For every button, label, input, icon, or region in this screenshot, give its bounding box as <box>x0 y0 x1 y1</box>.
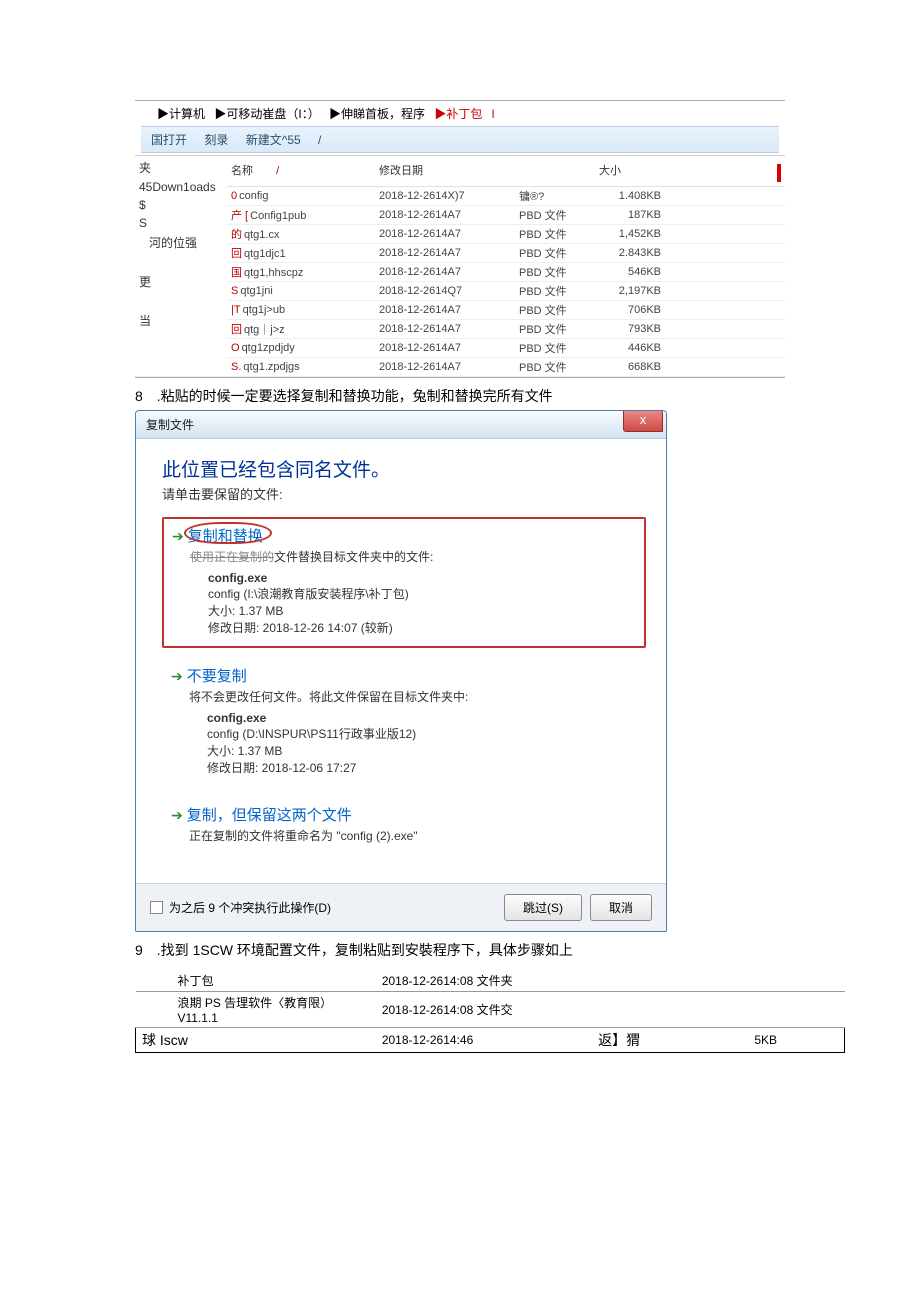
col-name[interactable]: 名称 / <box>227 156 375 187</box>
table-row[interactable]: Sqtg1jni2018-12-2614Q7PBD 文件2,197KB <box>135 282 785 301</box>
table-row[interactable]: 的qtg1.cx2018-12-2614A7PBD 文件1,452KB <box>135 225 785 244</box>
sidebar-item[interactable]: 45Down1oads <box>139 178 223 196</box>
table-row[interactable]: 0config2018-12-2614X)7镛®?1.408KB <box>135 187 785 206</box>
red-circle-highlight <box>184 522 272 544</box>
col-size[interactable]: 大小 <box>595 156 665 187</box>
table-row[interactable]: 产 [Config1pub2018-12-2614A7PBD 文件187KB <box>135 206 785 225</box>
explorer-toolbar: 国打开 刻录 新建文^55 / <box>141 126 779 153</box>
crumb-disk[interactable]: ▶可移动崔盘（I：） <box>214 107 319 121</box>
file-info: config.exe config (D:\INSPUR\PS11行政事业版12… <box>207 711 637 776</box>
crumb-computer[interactable]: ▶计算机 <box>157 107 205 121</box>
col-date[interactable]: 修改日期 <box>375 156 515 187</box>
sidebar-item[interactable]: 当 <box>139 310 223 331</box>
bottom-file-table: 补丁包 2018-12-2614:08 文件夹 浪期 PS 告理软件〈教育限）V… <box>135 970 845 1053</box>
table-row[interactable]: Oqtg1zpdjdy2018-12-2614A7PBD 文件446KB <box>135 339 785 358</box>
table-row[interactable]: 补丁包 2018-12-2614:08 文件夹 <box>136 970 845 992</box>
crumb-folder1[interactable]: ▶伸睇首板，程序 <box>329 107 425 121</box>
dialog-heading: 此位置已经包含同名文件。 <box>162 455 646 482</box>
table-row[interactable]: 回qtg｜j>z2018-12-2614A7PBD 文件793KB <box>135 320 785 339</box>
file-info: config.exe config (I:\浪潮教育版安装程序\补丁包) 大小:… <box>208 571 636 636</box>
crumb-patch[interactable]: ▶补丁包 l <box>434 107 494 121</box>
sidebar-item[interactable]: 夹 <box>139 157 223 178</box>
apply-all-checkbox[interactable] <box>150 901 163 914</box>
copy-file-dialog: 复制文件 x 此位置已经包含同名文件。 请单击要保留的文件: ➔复制和替换 使用… <box>135 410 667 932</box>
toolbar-new[interactable]: 新建文^55 <box>246 133 301 147</box>
toolbar-sep: / <box>318 133 321 147</box>
toolbar-open[interactable]: 国打开 <box>151 133 187 147</box>
dialog-footer: 为之后 9 个冲突执行此操作(D) 跳过(S) 取消 <box>136 883 666 931</box>
explorer-window: ▶计算机 ▶可移动崔盘（I：） ▶伸睇首板，程序 ▶补丁包 l 国打开 刻录 新… <box>135 100 785 156</box>
arrow-icon: ➔ <box>171 668 183 684</box>
file-list-area: 夹 45Down1oads $ S 河的位强 更 当 名称 / 修改日期 大小 … <box>135 156 785 378</box>
arrow-icon: ➔ <box>172 528 184 544</box>
apply-all-label: 为之后 9 个冲突执行此操作(D) <box>169 899 331 916</box>
sidebar-item[interactable]: 更 <box>139 271 223 292</box>
sidebar-item[interactable]: $ <box>139 196 223 214</box>
option-keep-both[interactable]: ➔复制，但保留这两个文件 正在复制的文件将重命名为 "config (2).ex… <box>162 797 646 855</box>
breadcrumb: ▶计算机 ▶可移动崔盘（I：） ▶伸睇首板，程序 ▶补丁包 l <box>141 103 779 126</box>
table-row[interactable]: 球 Iscw 2018-12-2614:46 返】猬 5KB <box>136 1028 845 1053</box>
table-row[interactable]: 国qtg1,hhscpz2018-12-2614A7PBD 文件546KB <box>135 263 785 282</box>
table-row[interactable]: 回qtg1djc12018-12-2614A7PBD 文件2.843KB <box>135 244 785 263</box>
close-button[interactable]: x <box>623 410 663 432</box>
table-row[interactable]: 浪期 PS 告理软件〈教育限）V11.1.1 2018-12-2614:08 文… <box>136 992 845 1028</box>
table-row[interactable]: S.qtg1.zpdjgs2018-12-2614A7PBD 文件668KB <box>135 358 785 377</box>
dialog-title: 复制文件 x <box>136 411 666 439</box>
step9-label: 9 .找到 1SCW 环境配置文件，复制粘贴到安裝程序下，具体步骤如上 <box>135 940 785 960</box>
sidebar-item[interactable]: S <box>139 214 223 232</box>
arrow-icon: ➔ <box>171 807 183 823</box>
toolbar-burn[interactable]: 刻录 <box>204 133 228 147</box>
option-copy-replace[interactable]: ➔复制和替换 使用正在复制的文件替换目标文件夹中的文件: config.exe … <box>162 517 646 648</box>
step8-label: 8 .粘贴的时候一定要选择复制和替换功能，兔制和替换完所有文件 <box>135 386 785 406</box>
dialog-subtext: 请单击要保留的文件: <box>162 484 646 503</box>
skip-button[interactable]: 跳过(S) <box>504 894 582 921</box>
table-row[interactable]: |Tqtg1j>ub2018-12-2614A7PBD 文件706KB <box>135 301 785 320</box>
cancel-button[interactable]: 取消 <box>590 894 652 921</box>
option-dont-copy[interactable]: ➔不要复制 将不会更改任何文件。将此文件保留在目标文件夹中: config.ex… <box>162 658 646 787</box>
sidebar-item[interactable]: 河的位强 <box>139 232 223 253</box>
